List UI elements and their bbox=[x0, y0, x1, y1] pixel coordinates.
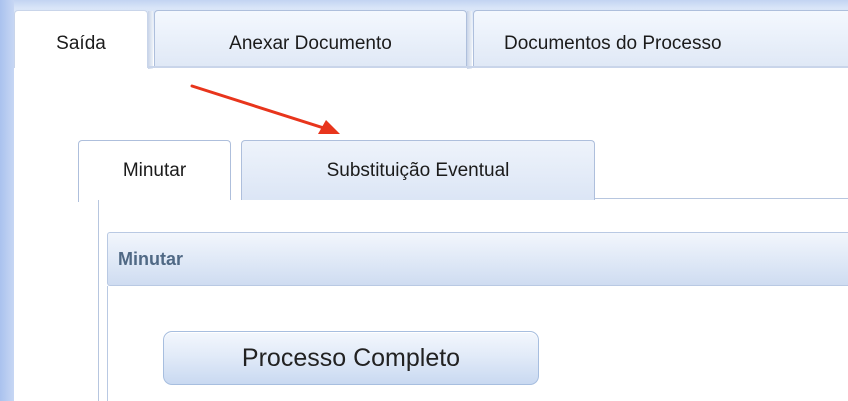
section-title: Minutar bbox=[118, 249, 183, 269]
tab-documentos-do-processo[interactable]: Documentos do Processo bbox=[473, 10, 848, 68]
section-border bbox=[107, 286, 108, 401]
tab-separator bbox=[148, 11, 153, 69]
window-edge bbox=[0, 0, 14, 401]
tab-label: Minutar bbox=[122, 160, 187, 181]
tab-label: Saída bbox=[56, 33, 106, 54]
processo-completo-button[interactable]: Processo Completo bbox=[163, 331, 539, 385]
tab-anexar-documento[interactable]: Anexar Documento bbox=[154, 10, 472, 69]
top-tab-strip: Saída Anexar Documento Documentos do Pro… bbox=[14, 0, 848, 69]
inner-tab-strip: Minutar Substituição Eventual bbox=[78, 140, 848, 202]
tab-separator bbox=[467, 11, 472, 69]
annotation-arrow-icon bbox=[190, 84, 340, 134]
inner-tab-baseline bbox=[595, 198, 848, 199]
tab-substituicao-eventual[interactable]: Substituição Eventual bbox=[241, 140, 595, 202]
section-header: Minutar bbox=[107, 232, 848, 286]
tab-strip-baseline bbox=[148, 66, 848, 68]
tab-minutar[interactable]: Minutar bbox=[78, 140, 231, 202]
tab-label: Documentos do Processo bbox=[504, 33, 722, 54]
tab-saida[interactable]: Saída bbox=[14, 10, 153, 69]
minutar-panel: Minutar Processo Completo bbox=[98, 200, 848, 401]
page: Saída Anexar Documento Documentos do Pro… bbox=[14, 0, 848, 401]
tab-label: Substituição Eventual bbox=[326, 160, 510, 181]
tab-label: Anexar Documento bbox=[229, 33, 392, 54]
